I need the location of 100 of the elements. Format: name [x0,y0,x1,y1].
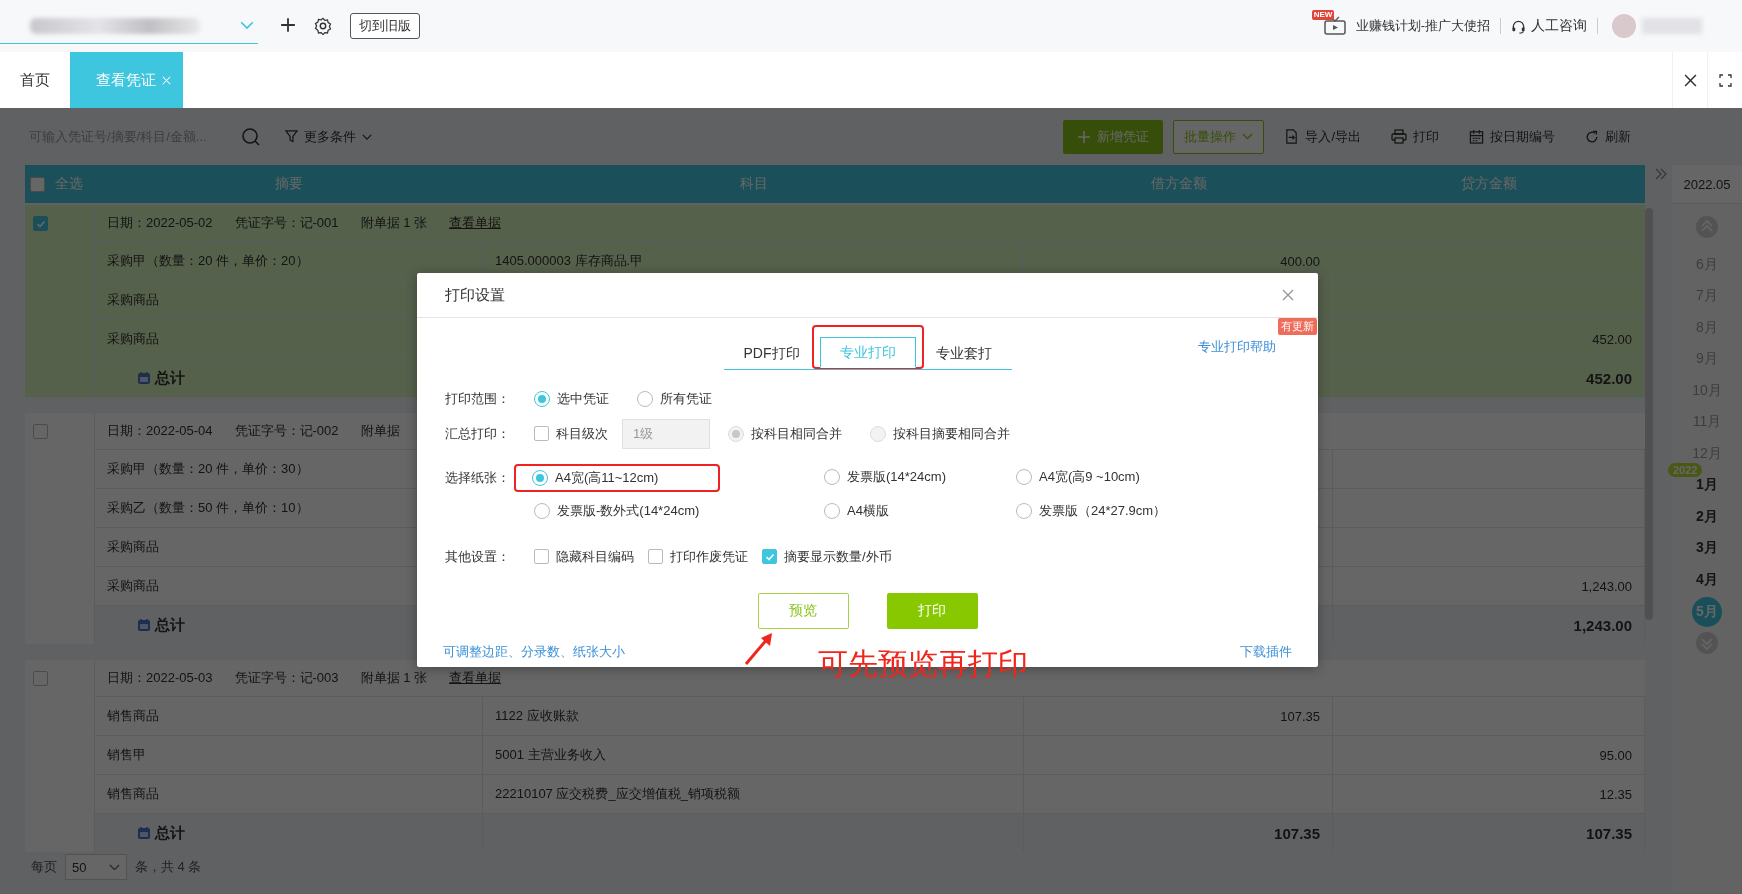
filter-icon[interactable] [285,130,298,143]
toolbar-button[interactable]: 刷新 [1575,119,1641,154]
total-amount: 107.35 [1274,824,1320,842]
checkbox[interactable] [534,549,549,564]
option-label: 选中凭证 [557,389,609,408]
collapse-icon[interactable] [1655,168,1667,180]
option-label: A4宽(高11~12cm) [555,469,659,487]
toolbar-button[interactable]: 导入/导出 [1274,119,1371,154]
total-count: 条，共 4 条 [135,858,202,876]
close-icon[interactable] [1683,73,1697,87]
column-header: 科目 [738,175,769,193]
filter-button[interactable]: 更多条件 [275,119,382,154]
settings-icon[interactable] [314,17,332,35]
checkbox[interactable] [534,426,549,441]
total-label: 总计 [155,615,185,635]
total-amount: 1,243.00 [1573,616,1632,634]
check-icon [35,218,46,229]
toolbar-button[interactable]: 打印 [1381,119,1449,154]
tab[interactable]: 首页 [0,52,70,108]
print-button[interactable]: 打印 [886,593,978,629]
option-label: 按科目相同合并 [751,424,842,443]
voucher-number: 凭证字号：记-003 [234,669,339,687]
column-header: 贷方金额 [1460,175,1518,193]
checkbox[interactable] [33,216,48,231]
refresh-icon[interactable] [1585,129,1599,144]
tab[interactable]: 专业打印 [819,337,916,368]
checkbox[interactable] [33,671,48,686]
calendar-icon[interactable] [1469,129,1484,144]
update-badge: 有更新 [1278,318,1317,335]
view-attachments-link[interactable]: 查看单据 [449,669,501,687]
fullscreen-icon[interactable] [1718,73,1732,87]
table-cell: 400.00 [1280,253,1320,269]
radio-button[interactable] [534,390,550,407]
month-item[interactable]: 3月 [1696,532,1718,564]
checkbox[interactable] [762,549,777,564]
dropdown-icon[interactable] [240,21,254,30]
table-cell: 采购乙（数量：50 件，单价：10） [107,499,309,517]
radio-button[interactable] [1016,503,1032,519]
total-label: 总计 [155,368,185,388]
voucher-number: 凭证字号：记-001 [234,214,339,232]
select-all-checkbox[interactable] [30,176,45,192]
option-label: 科目级次 [556,424,608,443]
table-cell: 22210107 应交税费_应交增值税_销项税额 [495,785,740,803]
calendar-icon [137,618,151,632]
month-item[interactable]: 2月 [1696,501,1718,533]
tab[interactable]: 专业套打 [915,339,1012,369]
option-label: 按科目摘要相同合并 [893,424,1010,443]
avatar[interactable] [1612,14,1636,38]
attachment-count: 附单据 1 张 [360,214,427,232]
table-cell: 95.00 [1599,747,1632,763]
chevron-down-icon[interactable] [362,133,372,140]
total-amount: 107.35 [1586,824,1632,842]
chevron-down-icon[interactable] [109,863,120,871]
checkbox[interactable] [33,424,48,439]
table-cell: 采购商品 [107,291,159,309]
dialog-title: 打印设置 [445,285,505,305]
toolbar-button[interactable]: 按日期编号 [1459,119,1565,154]
radio-button[interactable] [1016,469,1032,485]
field-label: 其他设置： [445,547,511,566]
help-link[interactable]: 专业打印帮助 [1198,339,1276,354]
month-item[interactable]: 4月 [1696,564,1718,596]
radio-button[interactable] [824,503,840,519]
column-header: 全选 [55,175,83,193]
plus-icon[interactable] [280,16,296,33]
scrollbar-thumb[interactable] [1645,208,1653,620]
radio-button[interactable] [534,503,550,519]
option-label: 所有凭证 [660,389,712,408]
headset-icon[interactable] [1511,18,1526,34]
table-cell: 12.35 [1599,786,1632,802]
table-cell: 采购商品 [107,538,159,556]
consult-link[interactable]: 人工咨询 [1531,17,1587,35]
option-label: 发票版（24*27.9cm） [1039,502,1167,520]
view-attachments-link[interactable]: 查看单据 [449,214,501,232]
preview-button[interactable]: 预览 [757,593,849,629]
import-icon[interactable] [1284,129,1300,144]
page-size-select[interactable]: 50 [65,854,127,880]
checkbox[interactable] [648,549,663,564]
promo-link[interactable]: 业赚钱计划-推广大使招 [1355,17,1490,35]
table-cell: 1,243.00 [1581,578,1632,594]
radio-button[interactable] [637,390,653,407]
printer-icon[interactable] [1391,129,1407,144]
batch-button[interactable]: 批量操作 [1173,119,1265,154]
table-cell: 销售甲 [107,746,146,764]
tab[interactable]: PDF打印 [723,339,820,369]
search-icon[interactable] [241,126,261,147]
settings-link[interactable]: 可调整边距、分录数、纸张大小 [443,643,625,661]
radio-button[interactable] [824,469,840,485]
download-link[interactable]: 下载插件 [1240,643,1292,661]
month-item[interactable]: 5月 [1692,596,1722,627]
calendar-icon [137,826,151,840]
option-label: A4横版 [847,502,889,520]
tv-icon[interactable] [1321,16,1348,36]
tab[interactable]: 查看凭证 [70,52,183,108]
radio-button[interactable] [532,470,548,486]
table-cell: 5001 主营业务收入 [495,746,606,764]
total-label: 总计 [155,823,185,843]
chevron-down-icon[interactable] [1242,133,1254,140]
table-cell: 452.00 [1592,331,1632,347]
add-voucher-button[interactable]: 新增凭证 [1063,119,1164,154]
old-version-button[interactable]: 切到旧版 [350,13,420,39]
